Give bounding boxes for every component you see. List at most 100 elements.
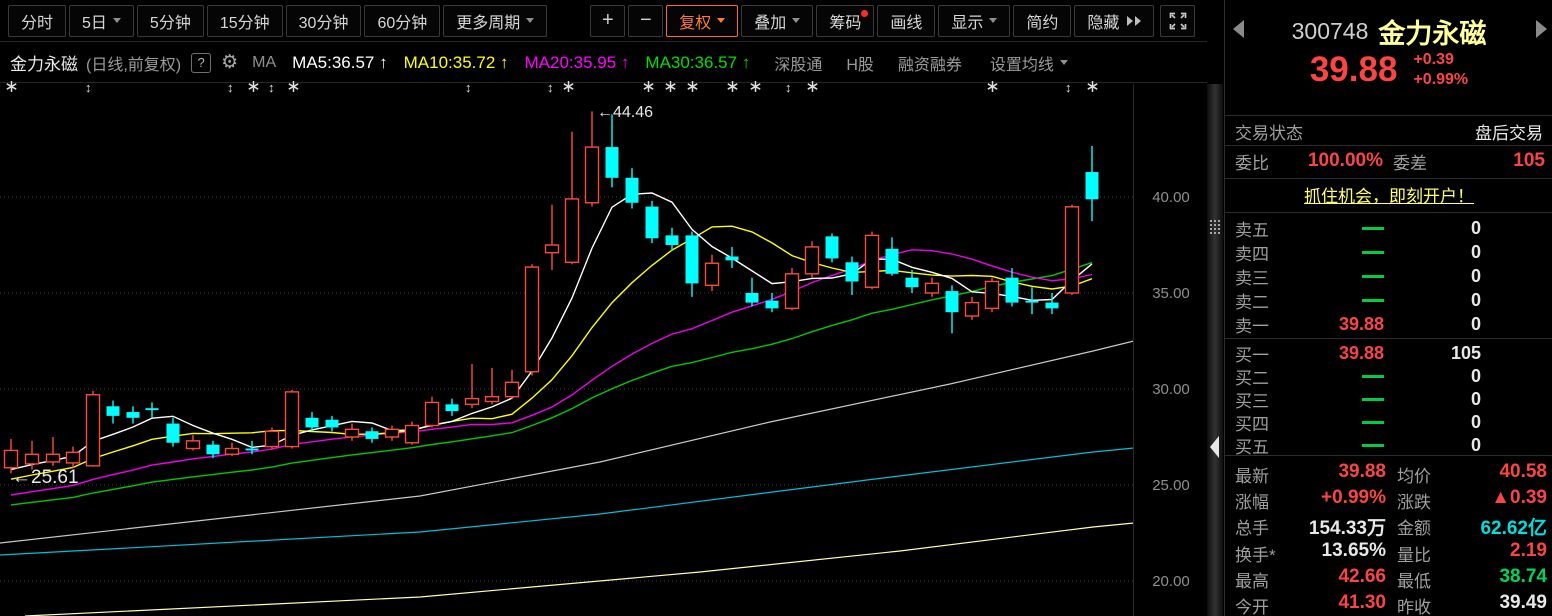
event-updown-arrow-icon[interactable]: ↕ [268, 81, 275, 95]
empty-price-dash [1362, 398, 1384, 401]
order-volume: 0 [1401, 266, 1481, 287]
buy-order-row-4[interactable]: 买四 0 [1225, 410, 1552, 434]
gear-icon[interactable]: ⚙ [221, 51, 238, 74]
overlay-button[interactable]: 叠加 [741, 5, 813, 37]
event-star-icon[interactable] [248, 81, 259, 95]
adjust-mode-button[interactable]: 复权 [666, 5, 738, 37]
grip-icon [1210, 220, 1220, 234]
event-updown-arrow-icon[interactable]: ↕ [785, 81, 792, 95]
order-volume: 0 [1401, 314, 1481, 335]
order-volume: 0 [1401, 412, 1481, 433]
stat-value: 38.74 [1447, 566, 1547, 588]
collapse-arrow-icon[interactable] [1210, 436, 1219, 458]
order-volume: 0 [1401, 389, 1481, 410]
period-button-4[interactable]: 30分钟 [286, 5, 362, 37]
simple-mode-button[interactable]: 简约 [1013, 5, 1071, 37]
svg-text:←25.61: ←25.61 [12, 467, 79, 488]
event-updown-arrow-icon[interactable]: ↕ [1065, 81, 1072, 95]
order-level-label: 买三 [1235, 387, 1269, 412]
stat-label: 量比 [1397, 541, 1431, 566]
sell-order-row-3[interactable]: 卖三0 [1225, 264, 1552, 288]
chevron-down-icon [526, 18, 534, 23]
stat-value: 154.33万 [1276, 513, 1386, 540]
event-star-icon[interactable] [727, 81, 738, 95]
chips-button[interactable]: 筹码 [816, 5, 874, 37]
button-label: 画线 [890, 9, 922, 33]
buy-order-row-5[interactable]: 买五0 [1225, 433, 1552, 457]
ma-settings-label: 设置均线 [990, 51, 1054, 75]
buy-order-row-3[interactable]: 买三 0 [1225, 387, 1552, 411]
price-change: +0.39 [1413, 50, 1468, 70]
button-label: 显示 [951, 9, 983, 33]
notification-dot-icon [861, 10, 868, 17]
zoom-out-button[interactable]: − [628, 5, 663, 37]
weicha-label: 委差 [1393, 149, 1427, 174]
ma-value-1: MA10:35.72 ↑ [404, 53, 509, 73]
hide-button[interactable]: 隐藏 [1074, 5, 1154, 37]
weicha-value: 105 [1513, 150, 1545, 172]
draw-line-button[interactable]: 画线 [877, 5, 935, 37]
event-updown-arrow-icon[interactable]: ↕ [465, 81, 472, 95]
period-button-2[interactable]: 5分钟 [137, 5, 204, 37]
period-button-3[interactable]: 15分钟 [207, 5, 283, 37]
buy-order-row-1[interactable]: 买一39.88105 [1225, 341, 1552, 365]
empty-price-dash [1362, 275, 1384, 278]
zoom-in-button[interactable]: + [590, 5, 625, 37]
trade-status-value: 盘后交易 [1475, 119, 1543, 144]
candlestick-chart[interactable]: ←44.46←25.61 ↕↕↕↕↕↕↕ [0, 84, 1134, 616]
sell-order-row-2[interactable]: 卖四0 [1225, 240, 1552, 264]
sell-order-row-1[interactable]: 卖五0 [1225, 216, 1552, 240]
price-axis: 40.0035.0030.0025.0020.00 [1136, 84, 1206, 616]
event-star-icon[interactable] [288, 81, 299, 95]
legend-link-0[interactable]: 深股通 [774, 51, 822, 75]
sell-order-row-5[interactable]: 卖一39.880 [1225, 312, 1552, 336]
event-star-icon[interactable] [643, 81, 654, 95]
divider-line [1225, 178, 1552, 179]
period-button-5[interactable]: 60分钟 [364, 5, 440, 37]
event-updown-arrow-icon[interactable]: ↕ [85, 81, 92, 95]
display-button[interactable]: 显示 [938, 5, 1010, 37]
quote-panel: 300748 金力永磁 39.88 +0.39 +0.99% 交易状态 盘后交易… [1224, 0, 1552, 616]
chart-legend: 金力永磁 (日线,前复权) ? ⚙ MA MA5:36.57 ↑MA10:35.… [0, 43, 1207, 83]
fullscreen-button[interactable] [1160, 5, 1195, 37]
event-updown-arrow-icon[interactable]: ↕ [227, 81, 234, 95]
order-level-label: 卖一 [1235, 312, 1269, 337]
stats-row-3: 换手*13.65%量比2.19 [1225, 538, 1552, 564]
event-star-icon[interactable] [1087, 81, 1098, 95]
chevron-down-icon [989, 18, 997, 23]
buy-order-row-2[interactable]: 买二0 [1225, 364, 1552, 388]
button-label: + [602, 9, 614, 32]
stat-label: 最低 [1397, 567, 1431, 592]
open-account-promo-link[interactable]: 抓住机会，即刻开户！ [1225, 182, 1552, 207]
legend-link-2[interactable]: 融资融券 [898, 51, 962, 75]
help-button[interactable]: ? [191, 53, 211, 73]
divider-line [1225, 115, 1552, 116]
event-star-icon[interactable] [987, 81, 998, 95]
price-axis-label: 40.00 [1136, 189, 1206, 206]
period-button-1[interactable]: 5日 [69, 5, 134, 37]
chart-type-label: (日线,前复权) [86, 51, 181, 75]
order-level-label: 买四 [1235, 410, 1269, 435]
period-button-6[interactable]: 更多周期 [443, 5, 547, 37]
order-volume: 0 [1401, 242, 1481, 263]
ma-settings-button[interactable]: 设置均线 [990, 51, 1068, 75]
event-updown-arrow-icon[interactable]: ↕ [547, 81, 554, 95]
weibi-value: 100.00% [1308, 150, 1383, 172]
button-label: − [640, 9, 652, 32]
event-star-icon[interactable] [750, 81, 761, 95]
event-star-icon[interactable] [6, 81, 17, 95]
ma-indicator-label[interactable]: MA [252, 54, 276, 72]
event-star-icon[interactable] [563, 81, 574, 95]
event-star-icon[interactable] [665, 81, 676, 95]
commission-ratio-row: 委比 100.00% 委差 105 [1225, 148, 1552, 174]
button-label: 叠加 [754, 9, 786, 33]
sell-order-row-4[interactable]: 卖二0 [1225, 288, 1552, 312]
event-star-icon[interactable] [807, 81, 818, 95]
stat-label: 最高 [1235, 567, 1269, 592]
period-button-0[interactable]: 分时 [8, 5, 66, 37]
period-button-label: 5分钟 [150, 9, 191, 33]
event-star-icon[interactable] [687, 81, 698, 95]
stat-value: 42.66 [1276, 566, 1386, 588]
legend-link-1[interactable]: H股 [846, 51, 874, 75]
panel-resize-divider[interactable] [1207, 84, 1223, 616]
